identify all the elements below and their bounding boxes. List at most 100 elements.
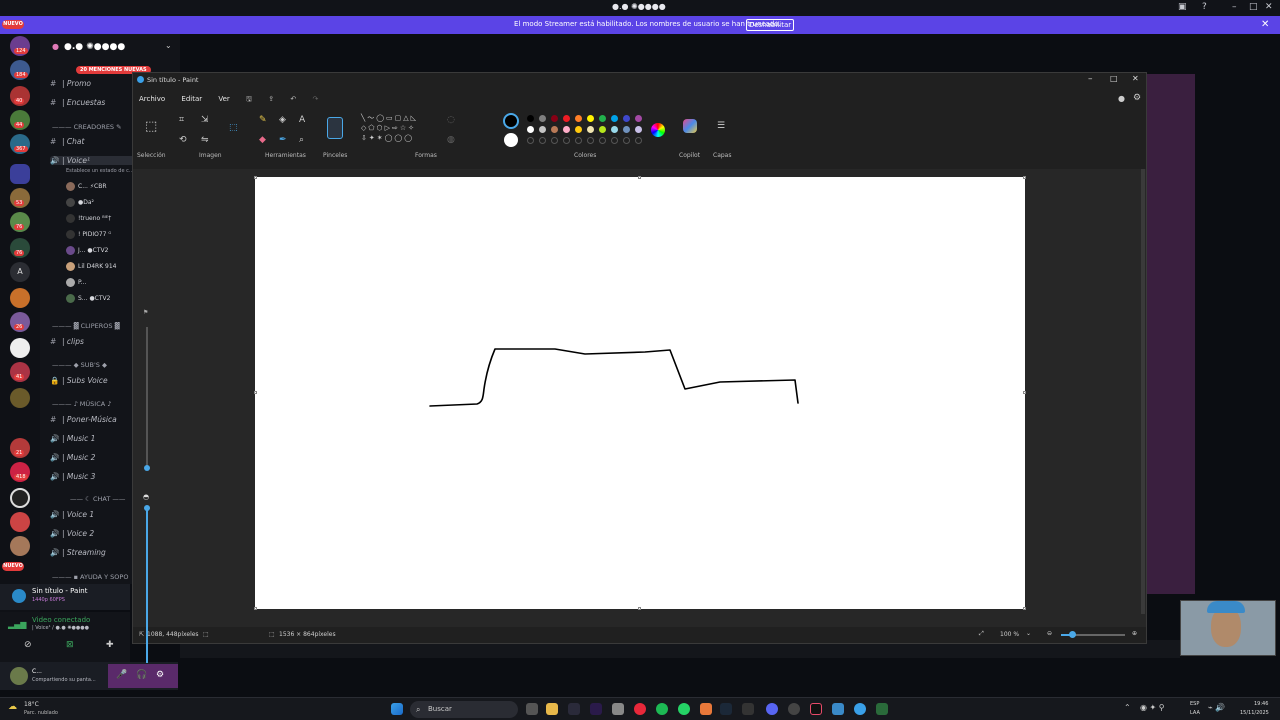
photos-icon[interactable] [832, 703, 844, 715]
flip-icon[interactable]: ⇋ [201, 135, 209, 145]
resize-handle[interactable] [1023, 391, 1026, 394]
language[interactable]: ESP [1190, 701, 1199, 707]
fit-icon[interactable]: ⤢ [979, 630, 984, 638]
whatsapp-icon[interactable] [678, 703, 690, 715]
color-swatch[interactable] [623, 126, 630, 133]
eraser-icon[interactable]: ◆ [259, 135, 266, 145]
resize-handle[interactable] [254, 176, 257, 179]
weather-icon[interactable]: ☁ [8, 702, 17, 712]
color-swatch[interactable] [527, 115, 534, 122]
color-swatch[interactable] [551, 126, 558, 133]
copilot-icon[interactable] [683, 119, 697, 133]
drawing-canvas[interactable] [255, 177, 1025, 609]
channel-subs-voice[interactable]: 🔒 | Subs Voice [50, 376, 108, 385]
resize-handle[interactable] [254, 391, 257, 394]
taskbar-search[interactable]: ⌕ Buscar [410, 701, 518, 718]
chevron-down-icon[interactable]: ⌄ [1026, 630, 1031, 637]
chevron-down-icon[interactable]: ⌄ [165, 41, 172, 50]
calculator-icon[interactable] [612, 703, 624, 715]
resize-handle[interactable] [1023, 607, 1026, 610]
activities-icon[interactable]: ✚ [106, 640, 114, 650]
voice-user[interactable]: Lil D4RK 914 [66, 262, 116, 271]
brush-button[interactable] [327, 117, 343, 139]
steam-icon[interactable] [720, 703, 732, 715]
maximize-icon[interactable]: □ [1110, 74, 1118, 83]
voice-user[interactable]: P... [66, 278, 86, 287]
category-chat[interactable]: —— ☾ CHAT —— [70, 495, 125, 503]
crop-icon[interactable]: ⌗ [179, 115, 184, 125]
save-icon[interactable]: 🖫 [246, 95, 252, 103]
inbox-icon[interactable]: ▣ [1178, 2, 1187, 12]
voice-user[interactable]: !trueno ᴮᴵᴱ† [66, 214, 111, 223]
server-icon[interactable] [10, 536, 30, 556]
custom-color-slot[interactable] [527, 137, 534, 144]
edit-colors-icon[interactable] [651, 123, 665, 137]
server-name[interactable]: ●.● ✺●●●● [64, 42, 125, 52]
tray-icons[interactable]: ◉ ✦ ⚲ [1140, 703, 1165, 712]
server-icon[interactable] [10, 512, 30, 532]
undo-icon[interactable]: ↶ [290, 95, 296, 103]
resize-icon[interactable]: ⇲ [201, 115, 209, 125]
secondary-color[interactable] [504, 133, 518, 147]
obs-icon[interactable] [788, 703, 800, 715]
vertical-scrollbar[interactable] [1141, 169, 1145, 614]
channel-voice-1[interactable]: 🔊 | Voice 1 [50, 510, 94, 519]
image-select-icon[interactable]: ⬚ [229, 123, 238, 133]
resize-handle[interactable] [638, 607, 641, 610]
zoom-level[interactable]: 100 % [1000, 631, 1019, 638]
app-icon[interactable] [742, 703, 754, 715]
channel-voice[interactable]: 🔊 | Voice¹ [50, 156, 140, 165]
premiere-icon[interactable] [590, 703, 602, 715]
server-icon[interactable] [10, 338, 30, 358]
mute-icon[interactable]: 🎤 [116, 670, 127, 680]
paint-icon[interactable] [854, 703, 866, 715]
settings-icon[interactable]: ⚙ [1133, 93, 1141, 103]
custom-color-slot[interactable] [611, 137, 618, 144]
resize-handle[interactable] [1023, 176, 1026, 179]
headphones-icon[interactable]: 🎧 [136, 670, 147, 680]
magnifier-icon[interactable]: ⌕ [299, 135, 304, 145]
color-swatch[interactable] [599, 115, 606, 122]
channel-voice-2[interactable]: 🔊 | Voice 2 [50, 529, 94, 538]
paint-titlebar[interactable]: Sin título - Paint – □ ✕ [133, 73, 1146, 87]
photoshop-icon[interactable] [568, 703, 580, 715]
pencil-icon[interactable]: ✎ [259, 115, 267, 125]
channel-music-3[interactable]: 🔊 | Music 3 [50, 472, 95, 481]
rotate-icon[interactable]: ⟲ [179, 135, 187, 145]
task-view-icon[interactable] [526, 703, 538, 715]
voice-user[interactable]: C... ⚡CBR [66, 182, 107, 191]
color-swatch[interactable] [611, 126, 618, 133]
category-ayuda[interactable]: ——— ▪ AYUDA Y SOPO [52, 573, 128, 581]
server-icon[interactable] [10, 488, 30, 508]
channel-promo[interactable]: # | Promo [50, 79, 91, 88]
disable-streamer-button[interactable]: Deshabilitar [746, 19, 794, 31]
color-swatch[interactable] [587, 126, 594, 133]
channel-chat[interactable]: # | Chat [50, 137, 84, 146]
file-explorer-icon[interactable] [546, 703, 558, 715]
share-icon[interactable]: ⇪ [268, 95, 274, 103]
help-icon[interactable]: ? [1202, 2, 1207, 12]
opera-icon[interactable] [634, 703, 646, 715]
tray-chevron-icon[interactable]: ⌃ [1124, 703, 1131, 712]
custom-color-slot[interactable] [539, 137, 546, 144]
channel-encuestas[interactable]: # | Encuestas [50, 98, 105, 107]
maximize-icon[interactable]: □ [1249, 2, 1258, 12]
color-swatch[interactable] [623, 115, 630, 122]
settings-icon[interactable]: ⚙ [156, 670, 164, 680]
color-swatch[interactable] [575, 115, 582, 122]
channel-music-1[interactable]: 🔊 | Music 1 [50, 434, 95, 443]
custom-color-slot[interactable] [563, 137, 570, 144]
channel-streaming[interactable]: 🔊 | Streaming [50, 548, 106, 557]
channel-poner-musica[interactable]: # | Poner-Música [50, 415, 117, 424]
text-icon[interactable]: A [299, 115, 305, 125]
resize-handle[interactable] [254, 607, 257, 610]
fill-icon[interactable]: ◈ [279, 115, 286, 125]
spotify-icon[interactable] [656, 703, 668, 715]
custom-color-slot[interactable] [623, 137, 630, 144]
voice-user[interactable]: ●Da² [66, 198, 94, 207]
redo-icon[interactable]: ↷ [312, 95, 318, 103]
server-icon[interactable] [10, 388, 30, 408]
outline-icon[interactable]: ◌ [447, 115, 455, 125]
category-musica[interactable]: ——— ♪ MÚSICA ♪ [52, 400, 111, 408]
shape-fill-icon[interactable]: ◍ [447, 135, 455, 145]
